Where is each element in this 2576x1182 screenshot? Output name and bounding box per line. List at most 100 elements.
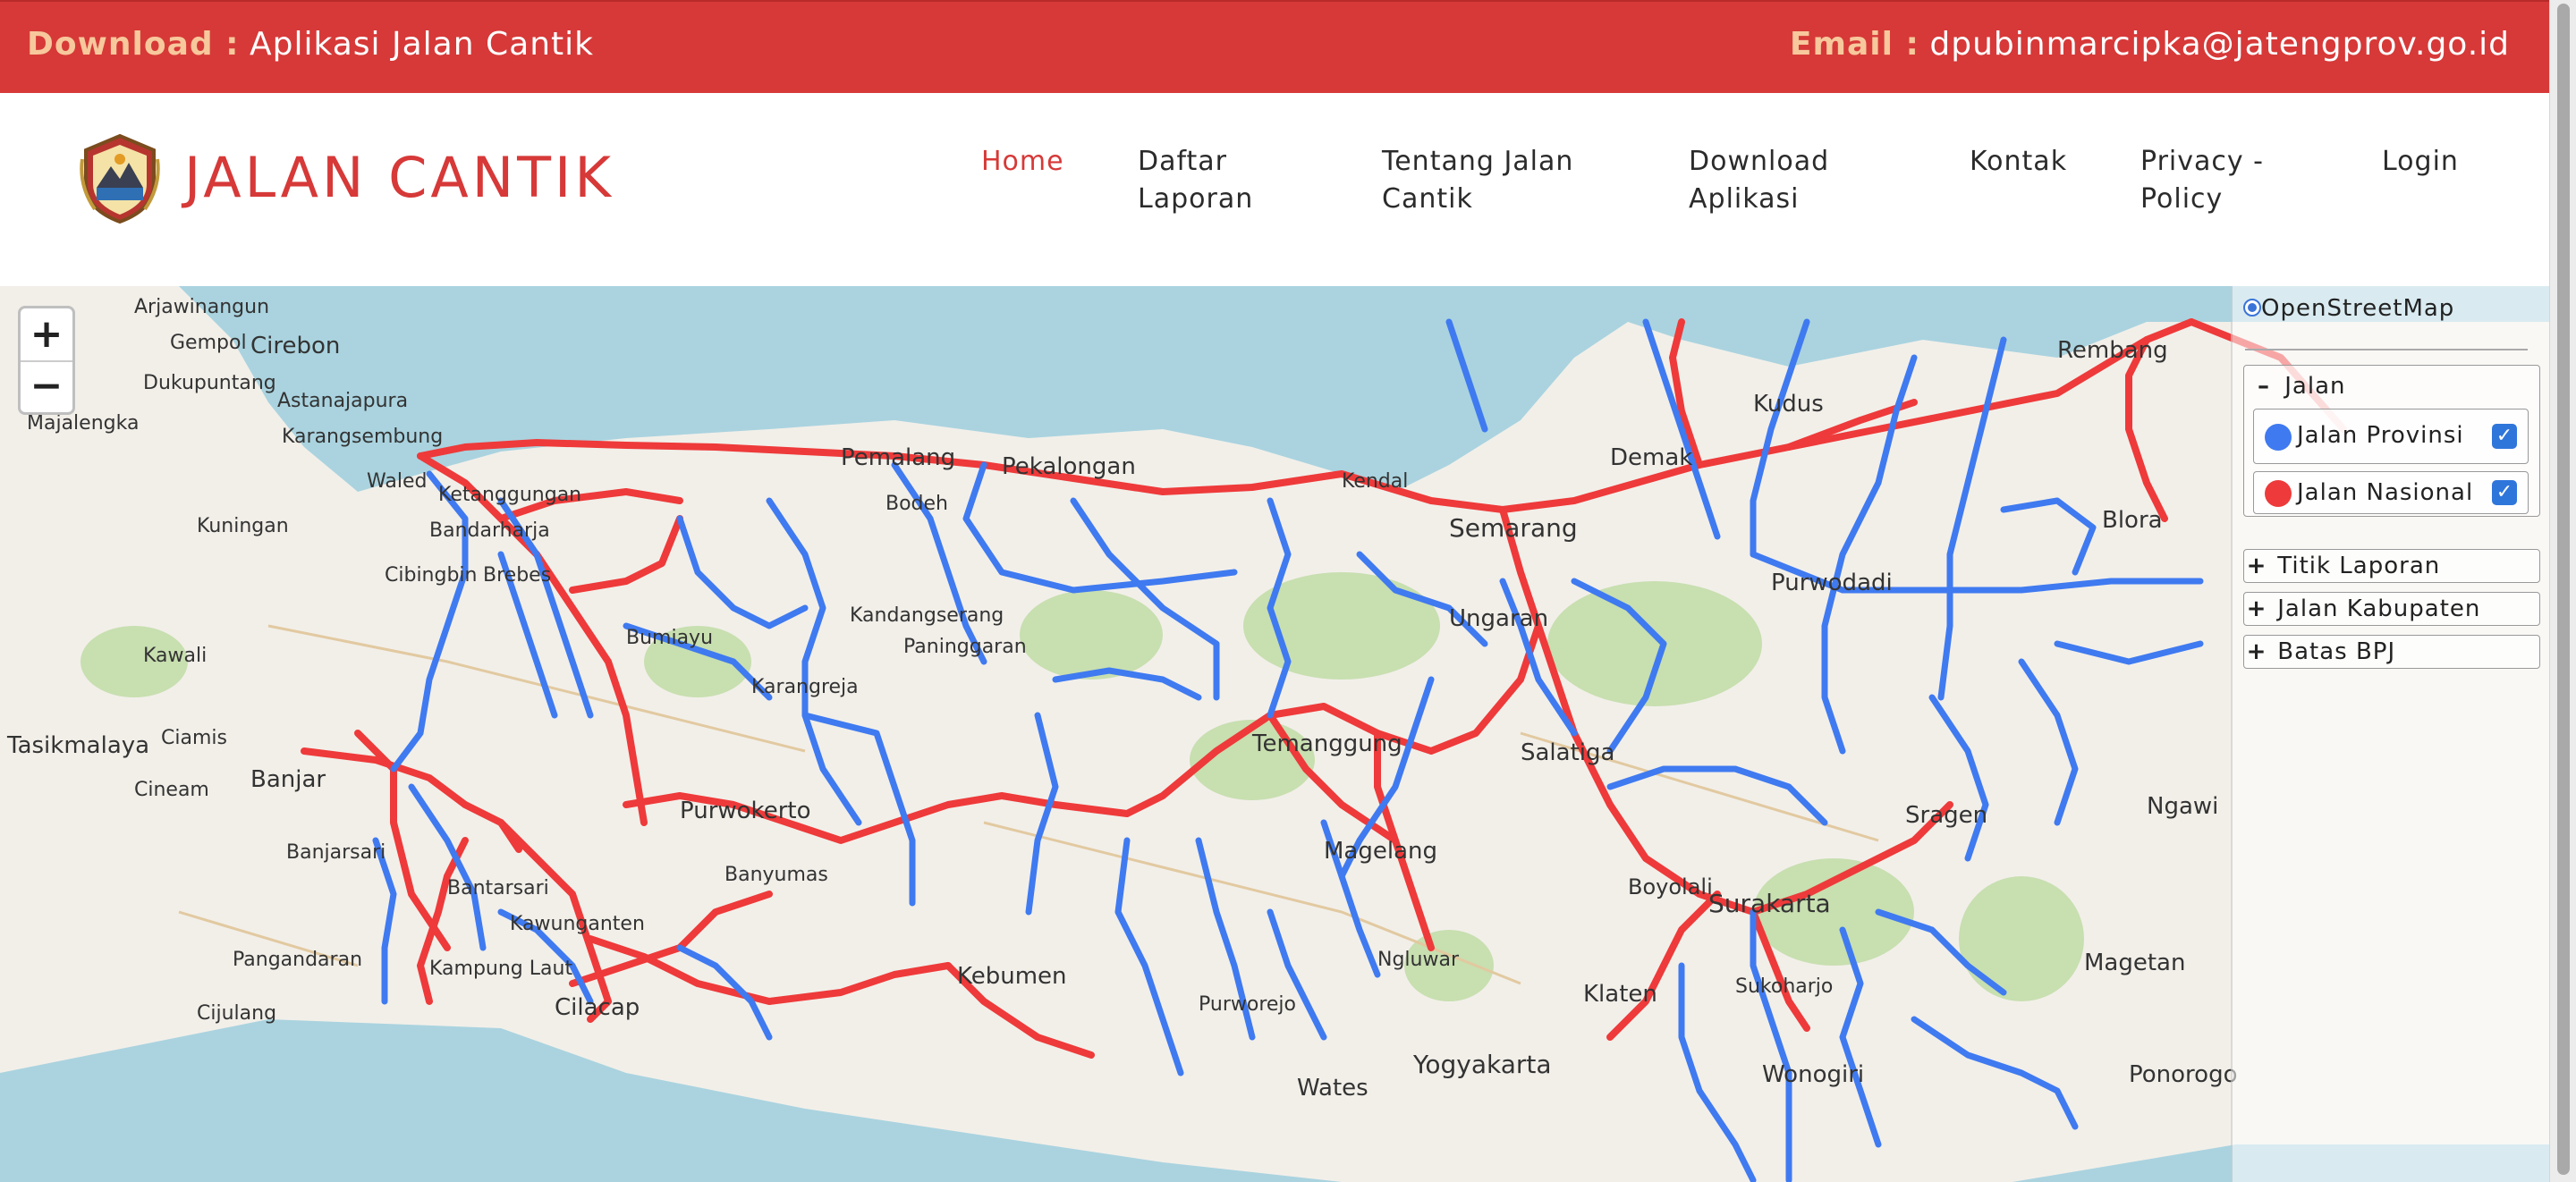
java-sea [0, 286, 2549, 492]
group-jalan-header[interactable]: – Jalan [2251, 371, 2346, 401]
label-demak: Demak [1610, 444, 1692, 471]
label-ngawi: Ngawi [2147, 793, 2218, 820]
label-kampung-laut: Kampung Laut [429, 958, 572, 980]
label-kebumen: Kebumen [957, 963, 1067, 990]
nav-home[interactable]: Home [981, 143, 1064, 181]
base-layer-option[interactable]: OpenStreetMap [2233, 293, 2549, 329]
map-base-layer[interactable]: Arjawinangun Cirebon Gempol Dukupuntang … [0, 286, 2549, 1182]
label-brebes: Brebes [483, 564, 551, 587]
download-link[interactable]: Aplikasi Jalan Cantik [250, 26, 594, 63]
nav-download-line2: Aplikasi [1689, 183, 1800, 215]
jalan-nasional-checkbox[interactable]: ✓ [2492, 480, 2517, 505]
label-sragen: Sragen [1905, 802, 1987, 829]
group-jalan-kabupaten[interactable]: + Jalan Kabupaten [2243, 592, 2540, 626]
label-magetan: Magetan [2084, 950, 2185, 976]
group-jalan: – Jalan Jalan Provinsi ✓ Jalan Nasional … [2243, 365, 2540, 517]
nav-kontak-label: Kontak [1970, 146, 2068, 177]
label-kuningan: Kuningan [197, 515, 289, 537]
label-ketanggungan: Ketanggungan [438, 484, 581, 506]
nav-download-aplikasi[interactable]: Download Aplikasi [1689, 143, 1829, 218]
label-pekalongan: Pekalongan [1002, 453, 1136, 480]
label-purwokerto: Purwokerto [680, 798, 810, 824]
label-kawali: Kawali [143, 645, 207, 667]
nav-tentang-line2: Cantik [1382, 183, 1473, 215]
central-java-emblem-logo[interactable] [77, 132, 163, 225]
label-boyolali: Boyolali [1628, 874, 1713, 899]
email-info: Email : dpubinmarcipka@jatengprov.go.id [1790, 23, 2510, 66]
label-majalengka: Majalengka [27, 412, 139, 435]
titik-laporan-label: Titik Laporan [2277, 553, 2441, 579]
collapse-icon: – [2258, 373, 2270, 400]
group-jalan-label: Jalan [2284, 373, 2346, 400]
nav-daftar-laporan[interactable]: Daftar Laporan [1138, 143, 1253, 218]
label-blora: Blora [2102, 507, 2163, 534]
label-semarang: Semarang [1449, 513, 1578, 543]
base-layer-radio[interactable] [2243, 299, 2261, 317]
layer-jalan-provinsi[interactable]: Jalan Provinsi ✓ [2253, 409, 2529, 464]
nav-daftar-laporan-line1: Daftar [1138, 146, 1227, 177]
nav-daftar-laporan-line2: Laporan [1138, 183, 1254, 215]
scrollbar-thumb[interactable] [2557, 4, 2570, 1175]
label-cineam: Cineam [134, 779, 209, 801]
expand-icon: + [2246, 595, 2267, 622]
label-kendal: Kendal [1342, 470, 1408, 493]
nav-privacy-line1: Privacy - [2140, 146, 2264, 177]
email-address[interactable]: dpubinmarcipka@jatengprov.go.id [1929, 26, 2510, 63]
nav-privacy-policy[interactable]: Privacy - Policy [2140, 143, 2264, 218]
jalan-nasional-label: Jalan Nasional [2297, 479, 2474, 506]
label-surakarta: Surakarta [1708, 889, 1831, 918]
provinsi-color-dot [2265, 424, 2292, 451]
group-titik-laporan[interactable]: + Titik Laporan [2243, 549, 2540, 583]
nav-download-line1: Download [1689, 146, 1830, 177]
site-brand-title[interactable]: JALAN CANTIK [184, 138, 614, 218]
label-ciamis: Ciamis [161, 727, 227, 749]
label-cirebon: Cirebon [250, 333, 340, 359]
zoom-control: + − [18, 306, 75, 415]
nav-login[interactable]: Login [2382, 143, 2459, 181]
indian-ocean [0, 1019, 1342, 1182]
jalan-kabupaten-label: Jalan Kabupaten [2277, 595, 2481, 622]
nav-tentang-line1: Tentang Jalan [1382, 146, 1574, 177]
label-paninggaran: Paninggaran [903, 636, 1027, 658]
label-waled: Waled [367, 470, 427, 493]
zoom-out-button[interactable]: − [21, 360, 72, 412]
label-tasikmalaya: Tasikmalaya [6, 732, 149, 759]
group-batas-bpj[interactable]: + Batas BPJ [2243, 635, 2540, 669]
download-info[interactable]: Download : Aplikasi Jalan Cantik [27, 23, 594, 66]
label-purwodadi: Purwodadi [1771, 570, 1893, 596]
nav-privacy-line2: Policy [2140, 183, 2224, 215]
label-wates: Wates [1297, 1075, 1368, 1102]
label-karangreja: Karangreja [751, 676, 859, 698]
label-banjar: Banjar [250, 766, 326, 793]
road-map[interactable]: Arjawinangun Cirebon Gempol Dukupuntang … [0, 286, 2549, 1182]
label-bantarsari: Bantarsari [447, 877, 549, 899]
layer-divider [2245, 349, 2528, 350]
label-ponorogo: Ponorogo [2129, 1061, 2237, 1088]
jalan-provinsi-checkbox[interactable]: ✓ [2492, 424, 2517, 449]
nav-tentang-jalan-cantik[interactable]: Tentang Jalan Cantik [1382, 143, 1573, 218]
nasional-color-dot [2265, 480, 2292, 507]
layer-control-panel: OpenStreetMap – Jalan Jalan Provinsi ✓ J… [2231, 286, 2549, 1182]
label-sukoharjo: Sukoharjo [1735, 975, 1833, 998]
label-purworejo: Purworejo [1199, 993, 1296, 1016]
label-dukupuntang: Dukupuntang [143, 372, 276, 394]
site-header: JALAN CANTIK Home Daftar Laporan Tentang… [0, 93, 2549, 286]
layer-jalan-nasional[interactable]: Jalan Nasional ✓ [2253, 471, 2529, 514]
label-wonogiri: Wonogiri [1762, 1061, 1864, 1088]
label-pemalang: Pemalang [841, 444, 955, 471]
expand-icon: + [2246, 638, 2267, 665]
page-scrollbar[interactable] [2549, 0, 2576, 1182]
nav-login-label: Login [2382, 146, 2459, 177]
base-layer-label: OpenStreetMap [2261, 295, 2455, 322]
label-yogyakarta: Yogyakarta [1412, 1050, 1552, 1079]
zoom-in-button[interactable]: + [21, 308, 72, 362]
label-kandangserang: Kandangserang [850, 604, 1004, 627]
expand-icon: + [2246, 553, 2267, 579]
label-rembang: Rembang [2057, 337, 2168, 364]
nav-home-label: Home [981, 146, 1064, 177]
email-label: Email : [1789, 26, 1919, 63]
label-temanggung: Temanggung [1251, 730, 1402, 757]
nav-kontak[interactable]: Kontak [1970, 143, 2067, 181]
label-bumiayu: Bumiayu [626, 627, 713, 649]
label-bodeh: Bodeh [886, 493, 948, 515]
